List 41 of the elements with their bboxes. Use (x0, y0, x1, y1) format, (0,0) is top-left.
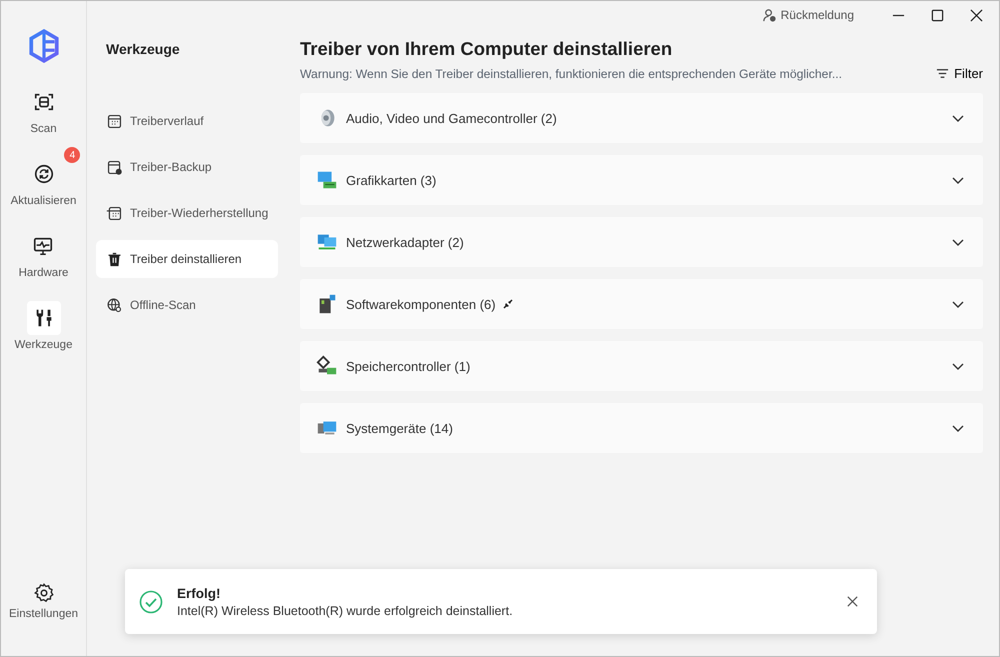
nav-item[interactable]: Aktualisieren 4 (4, 147, 82, 207)
feedback-button[interactable]: Rückmeldung (762, 8, 854, 22)
category-row[interactable]: Systemgeräte (14) (300, 403, 983, 453)
nav-item[interactable]: Werkzeuge (8, 291, 78, 351)
page-title: Treiber von Ihrem Computer deinstallieren (300, 38, 674, 60)
calendar-icon (106, 112, 123, 130)
sidebar-title: Werkzeuge (106, 41, 181, 57)
category-row[interactable]: Softwarekomponenten (6) (300, 279, 983, 329)
refresh-icon (32, 163, 54, 185)
monitor-pulse-icon (32, 235, 54, 257)
sidebar-item[interactable]: Treiber-Backup (96, 148, 278, 186)
sidebar-item[interactable]: Offline-Scan (96, 286, 278, 324)
logo-icon (26, 29, 60, 63)
filter-icon (936, 67, 950, 80)
category-row[interactable]: Netzwerkadapter (2) (300, 217, 983, 267)
category-row[interactable]: Grafikkarten (3) (300, 155, 983, 205)
settings-icon (32, 582, 54, 604)
nav-item[interactable]: Hardware (12, 219, 74, 279)
settings-button[interactable]: Einstellungen (2, 572, 84, 620)
close-icon[interactable] (846, 595, 859, 608)
category-row[interactable]: Audio, Video und Gamecontroller (2) (300, 93, 983, 143)
maximize-icon[interactable] (931, 8, 944, 22)
scan-frame-icon (32, 91, 54, 113)
category-row[interactable]: Speichercontroller (1) (300, 341, 983, 391)
trash-icon (106, 250, 123, 268)
sidebar-item[interactable]: Treiberverlauf (96, 102, 278, 140)
count-badge: 4 (64, 147, 80, 163)
display-device-icon (316, 169, 338, 191)
globe-icon (106, 296, 123, 314)
success-icon (139, 590, 163, 614)
sidebar-item[interactable]: Treiber deinstallieren (96, 240, 278, 278)
sidebar-item[interactable]: Treiber-Wiederherstellung (96, 194, 278, 232)
storage-device-icon (316, 355, 338, 377)
calendar-badge-icon (106, 158, 123, 176)
user-icon (762, 8, 777, 22)
warning-text: Warnung: Wenn Sie den Treiber deinstallieren, funktionieren die entsprechenden Geräte möglicher... (300, 66, 842, 80)
toast-message: Intel(R) Wireless Bluetooth(R) wurde erfolgreich deinstalliert. (177, 604, 514, 618)
close-icon[interactable] (970, 8, 983, 22)
nav-item[interactable]: Scan (20, 75, 66, 135)
toast-title: Erfolg! (177, 586, 222, 600)
filter-button[interactable]: Filter (936, 66, 983, 81)
